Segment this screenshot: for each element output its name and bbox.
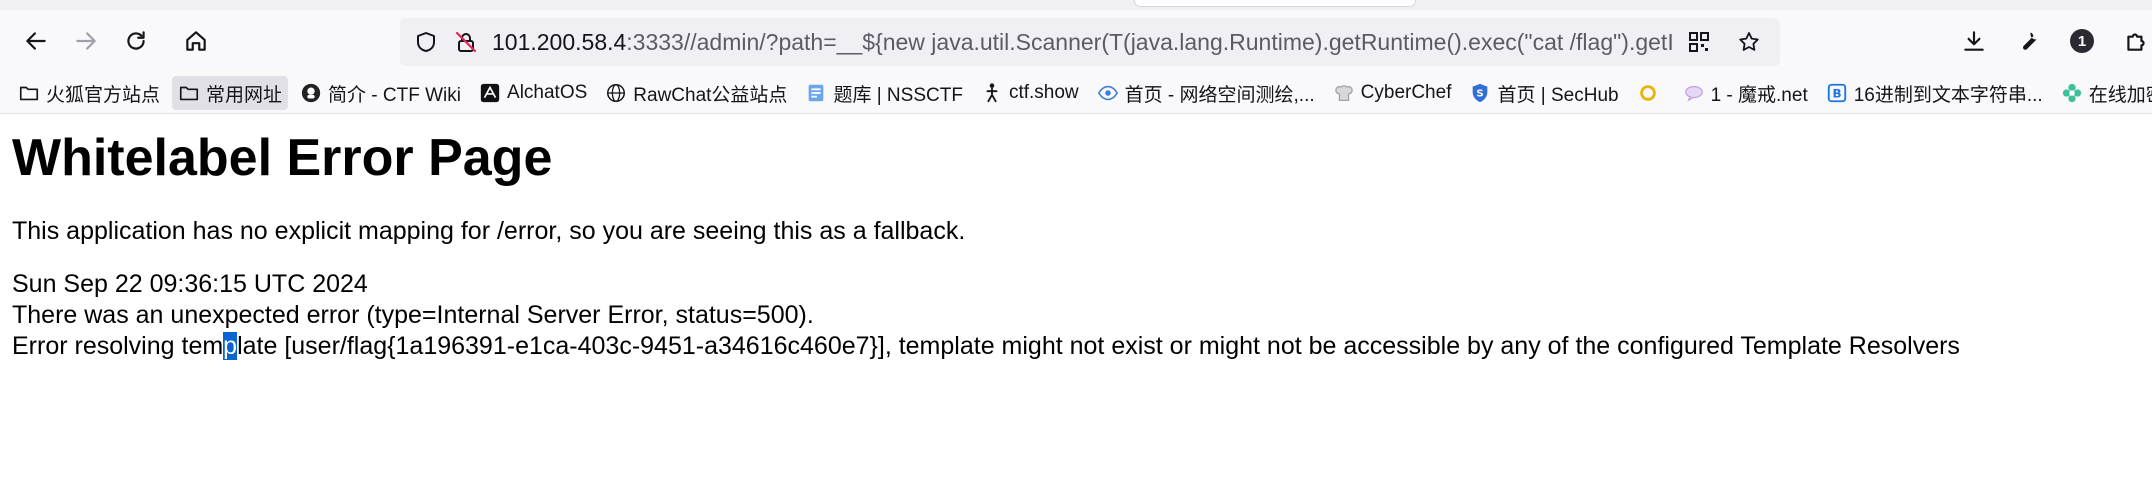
bookmark-label: RawChat公益站点 [633, 84, 788, 106]
bookmark-label: 题库 | NSSCTF [833, 84, 963, 106]
tab-strip [0, 0, 2152, 10]
notifications-button[interactable]: 1 [2060, 19, 2104, 63]
bookmark-item[interactable]: ctf.show [975, 76, 1085, 110]
download-icon [1964, 31, 1984, 51]
bookmark-label: AlchatOS [507, 82, 588, 103]
folder-icon [178, 82, 200, 104]
b-icon: B [1826, 82, 1848, 104]
bookmark-item[interactable]: 在线加密/解 [2055, 76, 2152, 110]
bookmark-label: 16进制到文本字符串... [1853, 84, 2043, 106]
error-text-start: Error resolving tem [12, 332, 224, 360]
error-type-line: There was an unexpected error (type=Inte… [12, 301, 814, 329]
bookmark-label: 简介 - CTF Wiki [328, 84, 462, 106]
page-title: Whitelabel Error Page [12, 129, 553, 187]
address-bar[interactable]: 101.200.58.4:3333//admin/?path=__${new j… [400, 18, 1780, 66]
url-text[interactable]: 101.200.58.4:3333//admin/?path=__${new j… [492, 29, 1674, 56]
page-content: Whitelabel Error Page This application h… [0, 128, 2152, 362]
bookmark-item[interactable]: RawChat公益站点 [599, 76, 793, 110]
intro-text: This application has no explicit mapping… [12, 217, 966, 245]
qr-code-icon[interactable] [1674, 18, 1724, 66]
bookmark-item[interactable]: 首页 - 网络空间测绘,... [1091, 76, 1321, 110]
bookmark-item[interactable]: B 16进制到文本字符串... [1820, 76, 2049, 110]
bookmark-item[interactable]: AlchatOS [473, 76, 593, 110]
ctfwiki-icon [300, 82, 322, 104]
text-selection: p [223, 332, 238, 360]
bookmark-item[interactable]: 常用网址 [172, 76, 289, 110]
url-path: :3333//admin/?path=__${new java.util.Sca… [626, 28, 1674, 55]
bookmark-label: 首页 | SecHub [1497, 84, 1619, 106]
nssctf-icon [805, 82, 827, 104]
bookmark-label: ctf.show [1008, 82, 1079, 103]
timestamp: Sun Sep 22 09:36:15 UTC 2024 [12, 270, 368, 298]
downloads-button[interactable] [1952, 19, 1996, 63]
shield-icon[interactable] [406, 18, 446, 66]
back-arrow-icon [26, 32, 46, 50]
url-host: 101.200.58.4 [492, 28, 627, 55]
wrench-icon [2022, 32, 2037, 50]
bookmarks-toolbar: 火狐官方站点 常用网址 简介 - CTF Wiki AlchatOS RawCh… [0, 73, 2152, 114]
bookmark-item[interactable]: 1 - 魔戒.net [1677, 76, 1814, 110]
navigation-toolbar: 101.200.58.4:3333//admin/?path=__${new j… [0, 10, 2152, 73]
bookmark-label: 在线加密/解 [2088, 84, 2152, 106]
error-details: Sun Sep 22 09:36:15 UTC 2024 There was a… [12, 269, 2140, 362]
error-resolving-line: Error resolving template [user/flag{1a19… [12, 331, 2140, 362]
globe-icon [605, 82, 627, 104]
alchatos-icon [479, 82, 501, 104]
bookmark-label: CyberChef [1360, 82, 1452, 103]
svg-text:B: B [1832, 87, 1841, 101]
forward-button[interactable] [64, 19, 108, 63]
extensions-button[interactable] [2114, 19, 2152, 63]
tools-button[interactable] [2006, 19, 2050, 63]
bookmark-item[interactable] [1631, 76, 1671, 110]
bookmark-item[interactable]: CyberChef [1327, 76, 1458, 110]
bookmark-item[interactable]: S 首页 | SecHub [1463, 76, 1624, 110]
ctfshow-icon [981, 82, 1003, 104]
insecure-lock-icon[interactable] [446, 18, 486, 66]
home-icon [186, 31, 206, 51]
bookmark-label: 火狐官方站点 [46, 84, 161, 106]
forward-arrow-icon [76, 32, 96, 50]
reload-icon [127, 31, 145, 50]
bubble-icon [1683, 82, 1705, 104]
eye-icon [1097, 82, 1119, 104]
sechub-icon: S [1469, 82, 1491, 104]
error-text-end: late [user/flag{1a196391-e1ca-403c-9451-… [237, 332, 1960, 360]
active-tab-edge[interactable] [1134, 0, 1416, 7]
folder-icon [18, 82, 40, 104]
bookmark-label: 常用网址 [206, 84, 283, 106]
notification-badge: 1 [2070, 29, 2094, 53]
home-button[interactable] [174, 19, 218, 63]
bookmark-item[interactable]: 题库 | NSSCTF [799, 76, 969, 110]
reload-button[interactable] [114, 19, 158, 63]
back-button[interactable] [14, 19, 58, 63]
bookmark-item[interactable]: 火狐官方站点 [12, 76, 166, 110]
bookmark-item[interactable]: 简介 - CTF Wiki [294, 76, 467, 110]
flower-icon [2061, 82, 2083, 104]
ring-icon [1637, 82, 1659, 104]
chef-icon [1333, 82, 1355, 104]
puzzle-icon [2127, 33, 2145, 51]
bookmark-star-icon[interactable] [1724, 18, 1774, 66]
svg-text:S: S [1477, 89, 1484, 100]
bookmark-label: 首页 - 网络空间测绘,... [1124, 84, 1315, 106]
bookmark-label: 1 - 魔戒.net [1710, 84, 1808, 106]
